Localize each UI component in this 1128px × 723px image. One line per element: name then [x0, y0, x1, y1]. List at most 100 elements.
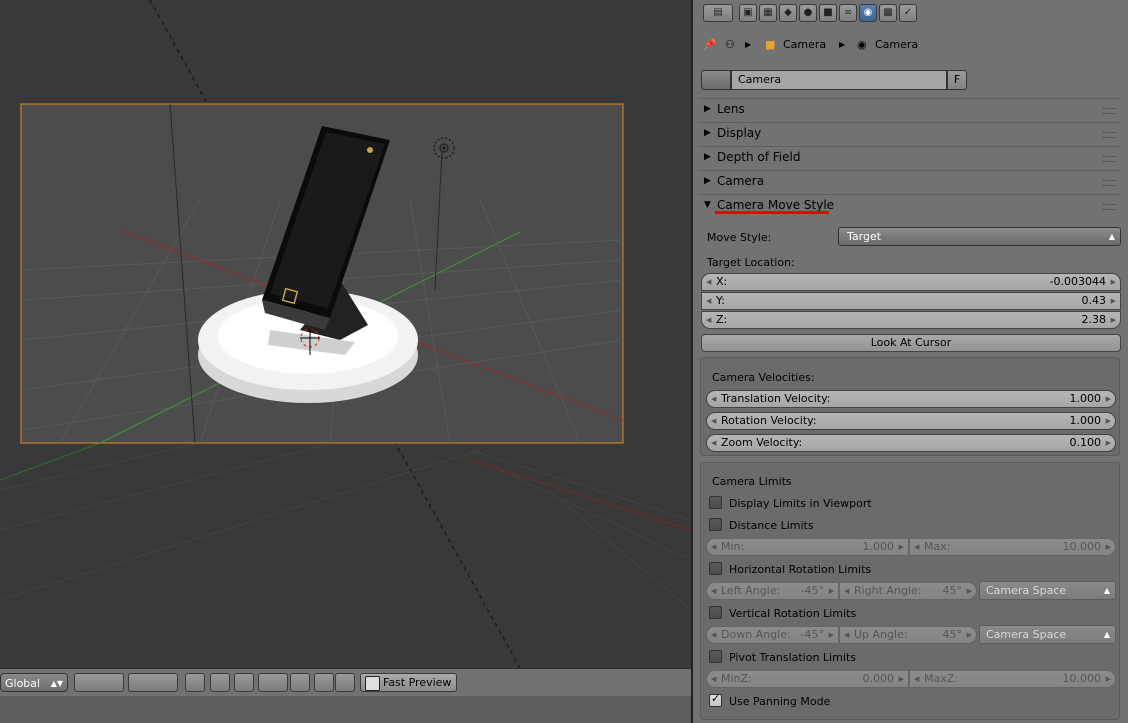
drag-grip-icon[interactable] — [1103, 108, 1115, 114]
right-angle-field[interactable]: ◀ Right Angle: 45° ▶ — [839, 582, 977, 600]
increment-arrow-icon[interactable]: ▶ — [1106, 413, 1111, 429]
fake-user-button[interactable]: F — [947, 70, 967, 90]
scene-tab-icon[interactable]: ◆ — [779, 4, 797, 22]
decrement-arrow-icon[interactable]: ◀ — [711, 391, 716, 407]
opengl-render-icon[interactable] — [314, 673, 334, 692]
increment-arrow-icon[interactable]: ▶ — [967, 583, 972, 599]
left-angle-field[interactable]: ◀ Left Angle: -45° ▶ — [706, 582, 839, 600]
field-value: 10.000 — [1062, 672, 1102, 685]
decrement-arrow-icon[interactable]: ◀ — [711, 627, 716, 643]
decrement-arrow-icon[interactable]: ◀ — [914, 539, 919, 555]
panel-display[interactable]: ▶ Display — [698, 122, 1121, 145]
decrement-arrow-icon[interactable]: ◀ — [844, 583, 849, 599]
increment-arrow-icon[interactable]: ▶ — [967, 627, 972, 643]
collapsed-arrow-icon: ▶ — [704, 152, 711, 162]
target-y-field[interactable]: ◀ Y: 0.43 ▶ — [701, 292, 1121, 310]
horizontal-space-dropdown[interactable]: Camera Space ▲ — [979, 581, 1116, 600]
decrement-arrow-icon[interactable]: ◀ — [914, 671, 919, 687]
viewport-header: Global ▲▼ Fast Preview — [0, 668, 691, 697]
horizontal-rotation-label: Horizontal Rotation Limits — [729, 563, 872, 576]
drag-grip-icon[interactable] — [1103, 180, 1115, 186]
increment-arrow-icon[interactable]: ▶ — [1111, 312, 1116, 328]
translation-velocity-field[interactable]: ◀ Translation Velocity: 1.000 ▶ — [706, 390, 1116, 408]
fast-preview-button[interactable]: Fast Preview — [360, 673, 457, 692]
max-distance-field[interactable]: ◀ Max: 10.000 ▶ — [909, 538, 1116, 556]
lock-layer-icon[interactable] — [185, 673, 205, 692]
minz-field[interactable]: ◀ MinZ: 0.000 ▶ — [706, 670, 909, 688]
increment-arrow-icon[interactable]: ▶ — [1111, 293, 1116, 309]
increment-arrow-icon[interactable]: ▶ — [1111, 274, 1116, 290]
pin-icon[interactable]: 📌 — [703, 38, 717, 51]
proportional-edit-icon[interactable] — [290, 673, 310, 692]
field-label: MaxZ: — [924, 672, 958, 685]
texture-tab-icon[interactable]: ▩ — [879, 4, 897, 22]
pivot-translation-checkbox[interactable] — [709, 650, 722, 663]
up-angle-field[interactable]: ◀ Up Angle: 45° ▶ — [839, 626, 977, 644]
increment-arrow-icon[interactable]: ▶ — [1106, 539, 1111, 555]
datablock-name-field[interactable]: Camera — [731, 70, 947, 90]
panel-depth-of-field[interactable]: ▶ Depth of Field — [698, 146, 1121, 169]
field-label: MinZ: — [721, 672, 752, 685]
drag-grip-icon[interactable] — [1103, 132, 1115, 138]
render-icon[interactable] — [210, 673, 230, 692]
increment-arrow-icon[interactable]: ▶ — [829, 583, 834, 599]
maxz-field[interactable]: ◀ MaxZ: 10.000 ▶ — [909, 670, 1116, 688]
increment-arrow-icon[interactable]: ▶ — [829, 627, 834, 643]
world-tab-icon[interactable]: ● — [799, 4, 817, 22]
orientation-select[interactable]: Global ▲▼ — [0, 673, 68, 692]
use-panning-checkbox[interactable] — [709, 692, 722, 707]
decrement-arrow-icon[interactable]: ◀ — [711, 435, 716, 451]
panel-camera[interactable]: ▶ Camera — [698, 170, 1121, 193]
display-limits-checkbox[interactable] — [709, 496, 722, 509]
increment-arrow-icon[interactable]: ▶ — [899, 671, 904, 687]
render-layers-tab-icon[interactable]: ▦ — [759, 4, 777, 22]
decrement-arrow-icon[interactable]: ◀ — [706, 274, 711, 290]
expanded-arrow-icon: ▼ — [704, 200, 711, 210]
look-at-cursor-label: Look At Cursor — [870, 336, 952, 349]
3d-viewport[interactable] — [0, 0, 691, 668]
physics-tab-icon[interactable]: ✓ — [899, 4, 917, 22]
layer-grid-1[interactable] — [74, 673, 124, 692]
decrement-arrow-icon[interactable]: ◀ — [706, 312, 711, 328]
select-arrows-icon: ▲▼ — [50, 679, 63, 688]
target-z-field[interactable]: ◀ Z: 2.38 ▶ — [701, 311, 1121, 329]
look-at-cursor-button[interactable]: Look At Cursor — [701, 334, 1121, 352]
camera-data-tab-icon[interactable]: ◉ — [859, 4, 877, 22]
editor-type-icon[interactable]: ▤ — [703, 4, 733, 22]
decrement-arrow-icon[interactable]: ◀ — [711, 671, 716, 687]
decrement-arrow-icon[interactable]: ◀ — [844, 627, 849, 643]
vertical-space-dropdown[interactable]: Camera Space ▲ — [979, 625, 1116, 644]
snap-element-icon[interactable] — [258, 673, 288, 692]
layer-grid-2[interactable] — [128, 673, 178, 692]
panel-lens[interactable]: ▶ Lens — [698, 98, 1121, 121]
zoom-velocity-field[interactable]: ◀ Zoom Velocity: 0.100 ▶ — [706, 434, 1116, 452]
render-tab-icon[interactable]: ▣ — [739, 4, 757, 22]
decrement-arrow-icon[interactable]: ◀ — [711, 539, 716, 555]
camera-browse-icon[interactable] — [701, 70, 731, 90]
vertical-rotation-checkbox[interactable] — [709, 606, 722, 619]
clapper-icon[interactable] — [335, 673, 355, 692]
breadcrumb: 📌 ⚇ ▶ ■ Camera ▶ ◉ Camera — [693, 30, 1128, 58]
increment-arrow-icon[interactable]: ▶ — [1106, 391, 1111, 407]
decrement-arrow-icon[interactable]: ◀ — [711, 583, 716, 599]
target-x-field[interactable]: ◀ X: -0.003044 ▶ — [701, 273, 1121, 291]
display-limits-label: Display Limits in Viewport — [729, 497, 872, 510]
down-angle-field[interactable]: ◀ Down Angle: -45° ▶ — [706, 626, 839, 644]
increment-arrow-icon[interactable]: ▶ — [899, 539, 904, 555]
increment-arrow-icon[interactable]: ▶ — [1106, 435, 1111, 451]
decrement-arrow-icon[interactable]: ◀ — [711, 413, 716, 429]
constraints-tab-icon[interactable]: ∞ — [839, 4, 857, 22]
horizontal-rotation-checkbox[interactable] — [709, 562, 722, 575]
increment-arrow-icon[interactable]: ▶ — [1106, 671, 1111, 687]
select-arrows-icon: ▲ — [1103, 586, 1110, 595]
object-tab-icon[interactable]: ■ — [819, 4, 837, 22]
distance-limits-checkbox[interactable] — [709, 518, 722, 531]
min-distance-field[interactable]: ◀ Min: 1.000 ▶ — [706, 538, 909, 556]
collapsed-arrow-icon: ▶ — [704, 128, 711, 138]
drag-grip-icon[interactable] — [1103, 156, 1115, 162]
rotation-velocity-field[interactable]: ◀ Rotation Velocity: 1.000 ▶ — [706, 412, 1116, 430]
drag-grip-icon[interactable] — [1103, 204, 1115, 210]
move-style-dropdown[interactable]: Target ▲ — [838, 227, 1121, 246]
snap-icon[interactable] — [234, 673, 254, 692]
decrement-arrow-icon[interactable]: ◀ — [706, 293, 711, 309]
